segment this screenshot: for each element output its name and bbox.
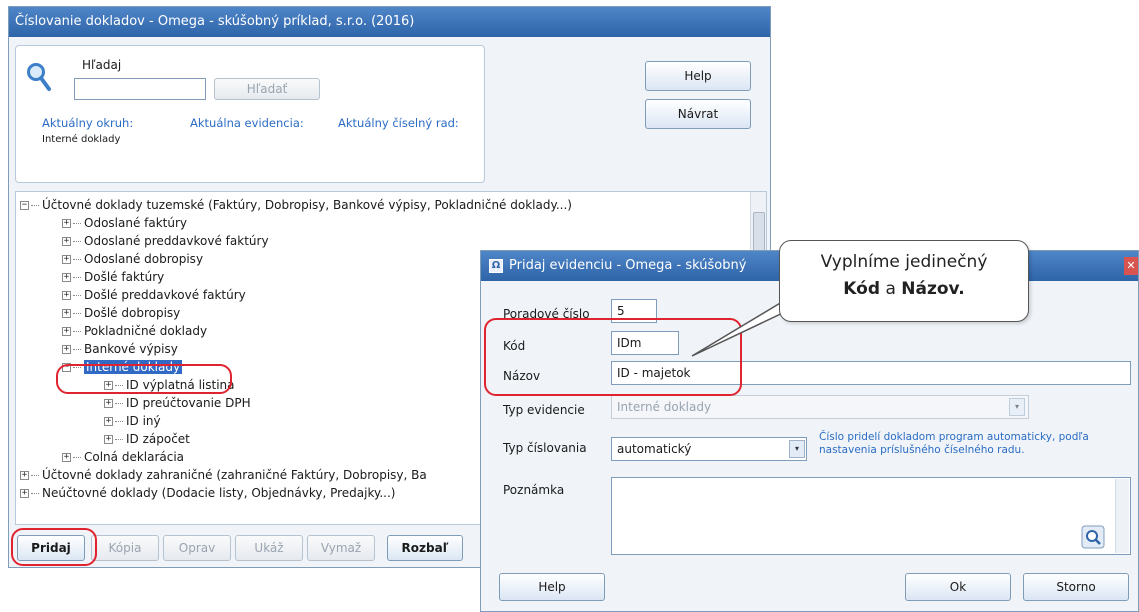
- poznamka-scrollbar[interactable]: [1115, 479, 1129, 553]
- back-button[interactable]: Návrat: [645, 99, 751, 129]
- tree-item-internal-selected[interactable]: − Interné doklady: [62, 358, 183, 376]
- tree-item[interactable]: + ID preúčtovanie DPH: [104, 394, 251, 412]
- chevron-down-icon: ▾: [1009, 398, 1025, 416]
- tree-item[interactable]: + Pokladničné doklady: [62, 322, 207, 340]
- typ-evidencie-label: Typ evidencie: [503, 403, 585, 417]
- omega-icon: Ω: [489, 259, 503, 273]
- nazov-input[interactable]: ID - majetok: [611, 361, 1131, 385]
- show-button[interactable]: Ukáž: [235, 535, 303, 561]
- cancel-button[interactable]: Storno: [1023, 573, 1129, 601]
- expand-icon[interactable]: +: [104, 417, 113, 426]
- help-button[interactable]: Help: [645, 61, 751, 91]
- callout-line1: Vyplníme jedinečný: [820, 252, 988, 272]
- poradove-input[interactable]: 5: [611, 299, 657, 323]
- current-okruh-label: Aktuálny okruh:: [42, 116, 134, 130]
- search-label: Hľadaj: [82, 58, 122, 72]
- current-okruh-value: Interné doklady: [42, 134, 121, 145]
- tree-item[interactable]: + Došlé faktúry: [62, 268, 164, 286]
- tree-item[interactable]: + Odoslané preddavkové faktúry: [62, 232, 269, 250]
- collapse-icon[interactable]: −: [20, 201, 29, 210]
- typ-cislovania-select[interactable]: automatický: [611, 437, 807, 461]
- tree-item[interactable]: + Došlé dobropisy: [62, 304, 180, 322]
- tree-item-non-accounting[interactable]: + Neúčtovné doklady (Dodacie listy, Objed…: [20, 484, 396, 502]
- poznamka-label: Poznámka: [503, 483, 565, 497]
- poradove-label: Poradové číslo: [503, 307, 590, 321]
- search-panel: Hľadaj Hľadať Aktuálny okruh: Interné do…: [15, 45, 485, 183]
- close-icon[interactable]: ✕: [1124, 257, 1138, 275]
- tree-item[interactable]: + Colná deklarácia: [62, 448, 184, 466]
- nazov-label: Názov: [503, 369, 541, 383]
- search-input[interactable]: [74, 78, 206, 100]
- expand-icon[interactable]: +: [62, 309, 71, 318]
- expand-icon[interactable]: +: [62, 327, 71, 336]
- tree-item[interactable]: + Došlé preddavkové faktúry: [62, 286, 246, 304]
- expand-icon[interactable]: +: [62, 453, 71, 462]
- expand-icon[interactable]: +: [104, 435, 113, 444]
- tree-item[interactable]: + ID výplatná listina: [104, 376, 235, 394]
- window-title: Číslovanie dokladov - Omega - skúšobný p…: [9, 7, 770, 37]
- search-button[interactable]: Hľadať: [214, 78, 320, 100]
- expand-icon[interactable]: +: [62, 255, 71, 264]
- tree-item[interactable]: + Odoslané faktúry: [62, 214, 187, 232]
- expand-icon[interactable]: +: [104, 381, 113, 390]
- delete-button[interactable]: Vymaž: [307, 535, 375, 561]
- collapse-icon[interactable]: −: [62, 363, 71, 372]
- callout-line2: Kód a Názov.: [843, 279, 965, 299]
- typ-cislovania-label: Typ číslovania: [503, 441, 587, 455]
- expand-button[interactable]: Rozbaľ: [387, 535, 463, 561]
- edit-button[interactable]: Oprav: [163, 535, 231, 561]
- current-evidencia-label: Aktuálna evidencia:: [190, 116, 304, 130]
- tree-item[interactable]: + ID zápočet: [104, 430, 190, 448]
- dialog-help-button[interactable]: Help: [499, 573, 605, 601]
- tree-item-domestic[interactable]: − Účtovné doklady tuzemské (Faktúry, Dobr…: [20, 196, 572, 214]
- expand-icon[interactable]: +: [104, 399, 113, 408]
- zoom-icon[interactable]: [1081, 525, 1105, 549]
- expand-icon[interactable]: +: [62, 345, 71, 354]
- expand-icon[interactable]: +: [62, 291, 71, 300]
- kod-label: Kód: [503, 339, 526, 353]
- search-icon: [27, 63, 51, 91]
- chevron-down-icon[interactable]: ▾: [789, 440, 805, 458]
- copy-button[interactable]: Kópia: [91, 535, 159, 561]
- expand-icon[interactable]: +: [20, 471, 29, 480]
- expand-icon[interactable]: +: [62, 237, 71, 246]
- tree-item-foreign[interactable]: + Účtovné doklady zahraničné (zahraničné …: [20, 466, 427, 484]
- tree-item[interactable]: + Odoslané dobropisy: [62, 250, 203, 268]
- poznamka-textarea[interactable]: [611, 477, 1131, 555]
- expand-icon[interactable]: +: [20, 489, 29, 498]
- callout-bubble: Vyplníme jedinečný Kód a Názov.: [779, 240, 1029, 322]
- tree-item[interactable]: + Bankové výpisy: [62, 340, 178, 358]
- ok-button[interactable]: Ok: [905, 573, 1011, 601]
- expand-icon[interactable]: +: [62, 219, 71, 228]
- current-rad-label: Aktuálny číselný rad:: [338, 116, 459, 130]
- tree-item[interactable]: + ID iný: [104, 412, 161, 430]
- typ-cislovania-hint: Číslo pridelí dokladom program automatic…: [819, 431, 1089, 456]
- typ-evidencie-select: Interné doklady: [611, 395, 1029, 419]
- add-button[interactable]: Pridaj: [17, 535, 85, 561]
- expand-icon[interactable]: +: [62, 273, 71, 282]
- kod-input[interactable]: IDm: [611, 331, 679, 355]
